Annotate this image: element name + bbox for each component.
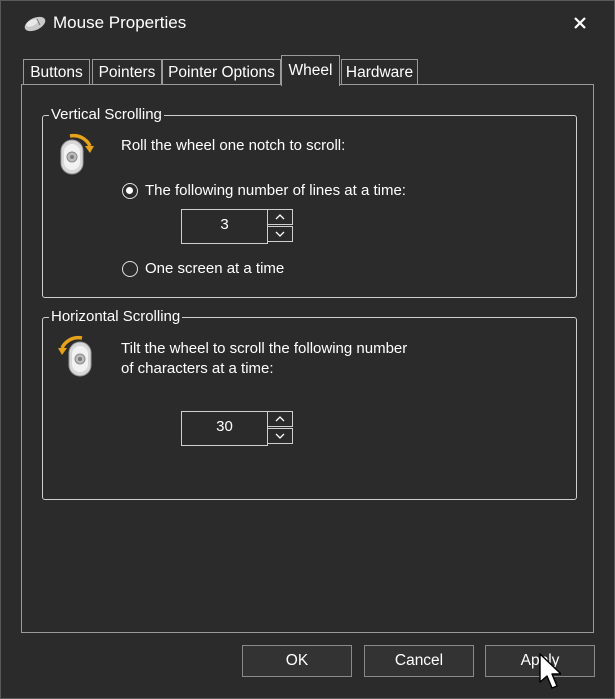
mouse-cursor-icon (539, 653, 561, 689)
horizontal-instruction-line1: Tilt the wheel to scroll the following n… (121, 340, 408, 357)
vertical-scrolling-title: Vertical Scrolling (49, 106, 164, 124)
chars-value-field[interactable]: 30 (181, 411, 268, 446)
lines-at-a-time-label[interactable]: The following number of lines at a time: (145, 180, 406, 202)
chevron-down-icon (275, 231, 285, 237)
chars-spinner (267, 411, 293, 446)
window-title: Mouse Properties (53, 13, 187, 32)
ok-button[interactable]: OK (242, 645, 352, 677)
lines-decrease-button[interactable] (267, 226, 293, 242)
tab-pointer-options[interactable]: Pointer Options (162, 59, 281, 85)
horizontal-instruction-line2: of characters at a time: (121, 360, 274, 377)
vertical-instruction: Roll the wheel one notch to scroll: (121, 137, 346, 154)
horizontal-scrolling-title: Horizontal Scrolling (49, 308, 183, 326)
chevron-up-icon (275, 416, 285, 422)
close-button[interactable] (561, 7, 599, 39)
lines-at-a-time-radio[interactable] (122, 183, 138, 199)
vertical-scrolling-group: Vertical Scrolling Roll the wheel one no… (42, 106, 577, 298)
horizontal-scrolling-group: Horizontal Scrolling Tilt the wheel to s… (42, 308, 577, 500)
tab-hardware[interactable]: Hardware (341, 59, 418, 85)
wheel-tab-panel: Vertical Scrolling Roll the wheel one no… (21, 84, 594, 633)
chevron-down-icon (275, 433, 285, 439)
title-bar[interactable]: Mouse Properties (1, 1, 614, 47)
chars-decrease-button[interactable] (267, 428, 293, 444)
lines-value-field[interactable]: 3 (181, 209, 268, 244)
lines-spinner (267, 209, 293, 244)
tab-wheel[interactable]: Wheel (281, 55, 340, 86)
mouse-icon (24, 16, 46, 32)
chevron-up-icon (275, 214, 285, 220)
close-icon (574, 17, 586, 29)
one-screen-label[interactable]: One screen at a time (145, 258, 284, 280)
chars-increase-button[interactable] (267, 411, 293, 427)
mouse-wheel-horizontal-icon (58, 335, 92, 377)
mouse-properties-window: Mouse Properties Buttons Pointers Pointe… (0, 0, 615, 699)
one-screen-radio[interactable] (122, 261, 138, 277)
lines-increase-button[interactable] (267, 209, 293, 225)
tab-buttons[interactable]: Buttons (23, 59, 90, 85)
tab-pointers[interactable]: Pointers (92, 59, 162, 85)
mouse-wheel-vertical-icon (60, 133, 94, 175)
cancel-button[interactable]: Cancel (364, 645, 474, 677)
